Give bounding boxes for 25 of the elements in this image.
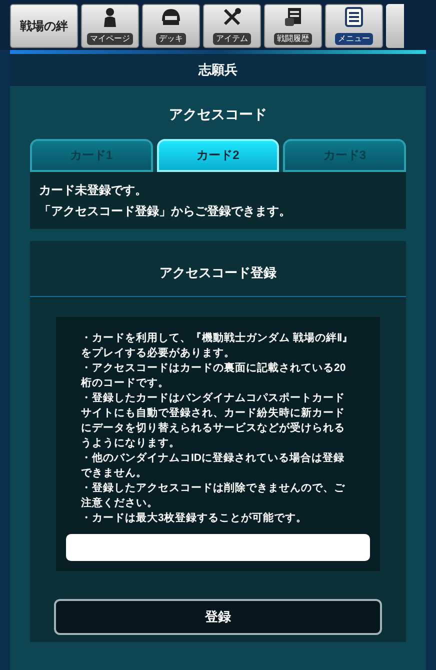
card-tab[interactable]: カード2	[156, 138, 280, 172]
helmet-icon	[160, 7, 182, 27]
note-text: ・アクセスコードはカードの裏面に記載されている20桁のコードです。	[81, 361, 347, 391]
nav-tab[interactable]: メニュー	[325, 4, 383, 48]
access-code-field[interactable]	[66, 534, 370, 561]
document-icon	[283, 7, 303, 27]
panel-title: アクセスコード登録	[160, 264, 276, 282]
note-text: ・他のバンダイナムコIDに登録されている場合は登録できません。	[81, 451, 346, 481]
status-message: 「アクセスコード登録」からご登録できます。	[39, 202, 292, 220]
nav-tab[interactable]: 戦闘履歴	[264, 4, 322, 48]
menu-icon	[345, 7, 363, 27]
nav-tab[interactable]: アイテム	[203, 4, 261, 48]
note-text: ・カードは最大3枚登録することが可能です。	[81, 511, 308, 526]
game-logo[interactable]: 戦場の絆	[10, 4, 78, 48]
rank-label: 志願兵	[198, 61, 238, 79]
nav-tab-partial[interactable]	[386, 4, 404, 48]
register-button[interactable]: 登録	[54, 599, 382, 635]
tools-icon	[222, 7, 242, 27]
status-message: カード未登録です。	[39, 182, 148, 198]
page-title: アクセスコード	[169, 104, 267, 124]
nav-tab[interactable]: マイページ	[81, 4, 139, 48]
note-text: ・登録したカードはバンダイナムコパスポートカードサイトにも自動で登録され、カード紛失時に新カードにデータを切り替えられるサービスなどが受けられるうようになります。	[81, 391, 346, 451]
note-text: ・登録したアクセスコードは削除できませんので、ご注意ください。	[81, 481, 346, 511]
note-text: ・カードを利用して、『機動戦士ガンダム 戦場の絆Ⅱ』をプレイする必要があります。	[81, 331, 354, 361]
nav-tab[interactable]: デッキ	[142, 4, 200, 48]
